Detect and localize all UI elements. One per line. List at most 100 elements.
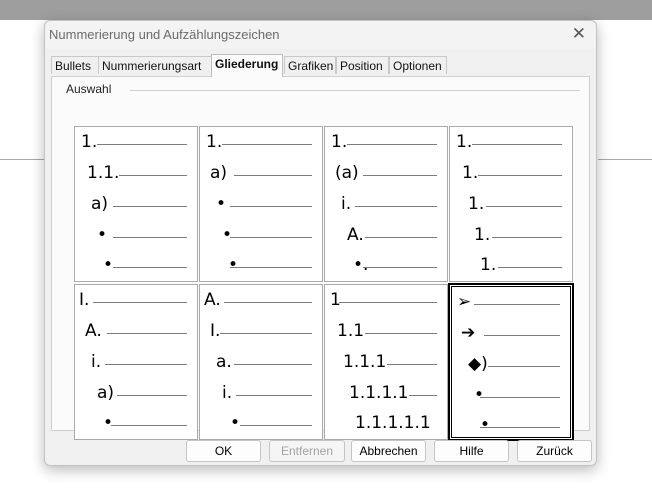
level-rule: [220, 333, 312, 334]
preset-level-row: 1.: [325, 131, 447, 159]
tab-numbering-type[interactable]: Nummerierungsart: [98, 56, 212, 74]
level-rule: [387, 364, 437, 365]
selection-group-label: Auswahl: [66, 82, 116, 96]
remove-button[interactable]: Entfernen: [269, 440, 345, 462]
level-number: 1: [330, 290, 341, 310]
preset-level-row: •: [75, 254, 197, 282]
level-number: ◆): [468, 354, 488, 374]
level-rule: [409, 395, 437, 396]
tab-options[interactable]: Optionen: [389, 56, 447, 74]
level-rule: [230, 206, 312, 207]
level-number: (a): [335, 163, 359, 183]
tab-graphics[interactable]: Grafiken: [284, 56, 336, 74]
level-rule: [113, 206, 187, 207]
level-rule: [111, 425, 187, 426]
level-rule: [97, 144, 187, 145]
preset-level-row: •: [75, 224, 197, 252]
tab-outline[interactable]: Gliederung: [211, 54, 283, 77]
preset-level-row: 1.: [450, 254, 572, 282]
preset-level-row: •: [200, 193, 322, 221]
preset-level-row: 1.1.1.1.1: [325, 412, 447, 440]
level-rule: [117, 395, 187, 396]
level-rule: [355, 206, 437, 207]
level-number: I.: [79, 290, 90, 310]
level-rule: [113, 237, 187, 238]
level-number: i.: [341, 194, 352, 214]
preset-level-row: 1.1.1: [325, 351, 447, 379]
level-number: 1.: [456, 132, 473, 152]
level-number: a): [97, 383, 115, 403]
outline-preset-8[interactable]: ➢ ➔ ◆) • •: [448, 283, 574, 441]
preset-level-row: ➢: [452, 291, 570, 319]
outline-preset-1[interactable]: 1. 1.1. a) • •: [74, 126, 198, 282]
preset-level-row: A.: [325, 224, 447, 252]
preset-level-row: ◆): [452, 353, 570, 381]
outline-preset-2[interactable]: 1. a) • • •: [199, 126, 323, 282]
outline-preset-3[interactable]: 1. (a) i. A. •.: [324, 126, 448, 282]
preset-level-row: i.: [75, 351, 197, 379]
back-button[interactable]: Zurück: [517, 440, 592, 462]
level-rule: [484, 335, 560, 336]
ok-button[interactable]: OK: [186, 440, 261, 462]
level-number: 1.1.1.1: [349, 383, 409, 403]
preset-level-row: 1.1.: [75, 162, 197, 190]
preset-level-row: 1.: [200, 131, 322, 159]
level-number: •: [474, 385, 485, 405]
outline-preset-7[interactable]: 1 1.1 1.1.1 1.1.1.1 1.1.1.1.1: [324, 284, 448, 440]
cancel-button[interactable]: Abbrechen: [351, 440, 426, 462]
level-number: •: [97, 225, 108, 245]
preset-level-row: 1.: [75, 131, 197, 159]
level-number: •.: [353, 255, 369, 275]
preset-level-row: (a): [325, 162, 447, 190]
level-number: ➢: [457, 292, 472, 312]
preset-level-row: 1: [325, 289, 447, 317]
preset-level-row: a): [75, 382, 197, 410]
level-rule: [347, 144, 437, 145]
level-rule: [365, 333, 437, 334]
background-window-titlebar: [0, 0, 652, 20]
level-rule: [363, 267, 437, 268]
outline-preset-5[interactable]: I. A. i. a) •: [74, 284, 198, 440]
preset-level-row: 1.: [450, 193, 572, 221]
preset-level-row: •: [200, 412, 322, 440]
preset-level-row: •: [75, 412, 197, 440]
tab-bullets[interactable]: Bullets: [51, 56, 99, 74]
tab-position[interactable]: Position: [336, 56, 389, 74]
level-number: •: [228, 255, 239, 275]
preset-level-row: I.: [75, 289, 197, 317]
preset-level-row: •.: [325, 254, 447, 282]
preset-level-row: •: [200, 254, 322, 282]
level-number: 1.1.1.1.1: [355, 413, 431, 433]
preset-level-row: A.: [75, 320, 197, 348]
level-number: •: [480, 415, 491, 435]
level-rule: [93, 302, 187, 303]
level-number: A.: [347, 225, 364, 245]
level-rule: [105, 364, 187, 365]
level-rule: [119, 175, 187, 176]
preset-level-row: A.: [200, 289, 322, 317]
level-number: •: [222, 225, 233, 245]
level-number: ➔: [461, 323, 476, 343]
level-number: •: [103, 413, 114, 433]
level-rule: [498, 267, 562, 268]
help-button[interactable]: Hilfe: [434, 440, 509, 462]
level-rule: [492, 237, 562, 238]
level-rule: [230, 267, 312, 268]
preset-level-row: a.: [200, 351, 322, 379]
level-number: a.: [216, 352, 232, 372]
level-number: 1.1.: [87, 163, 120, 183]
level-rule: [478, 175, 562, 176]
level-number: 1.1.1: [343, 352, 387, 372]
preset-level-row: a): [75, 193, 197, 221]
level-number: I.: [210, 321, 221, 341]
close-icon[interactable]: ✕: [572, 24, 586, 44]
level-number: 1.: [206, 132, 223, 152]
level-number: 1.: [474, 225, 491, 245]
level-number: •: [216, 194, 227, 214]
level-number: 1.: [81, 132, 98, 152]
outline-preset-6[interactable]: A. I. a. i. •: [199, 284, 323, 440]
preset-level-row: 1.1.1.1: [325, 382, 447, 410]
preset-level-row: ➔: [452, 322, 570, 350]
outline-preset-4[interactable]: 1. 1. 1. 1. 1.: [449, 126, 573, 282]
group-divider: [130, 90, 580, 91]
